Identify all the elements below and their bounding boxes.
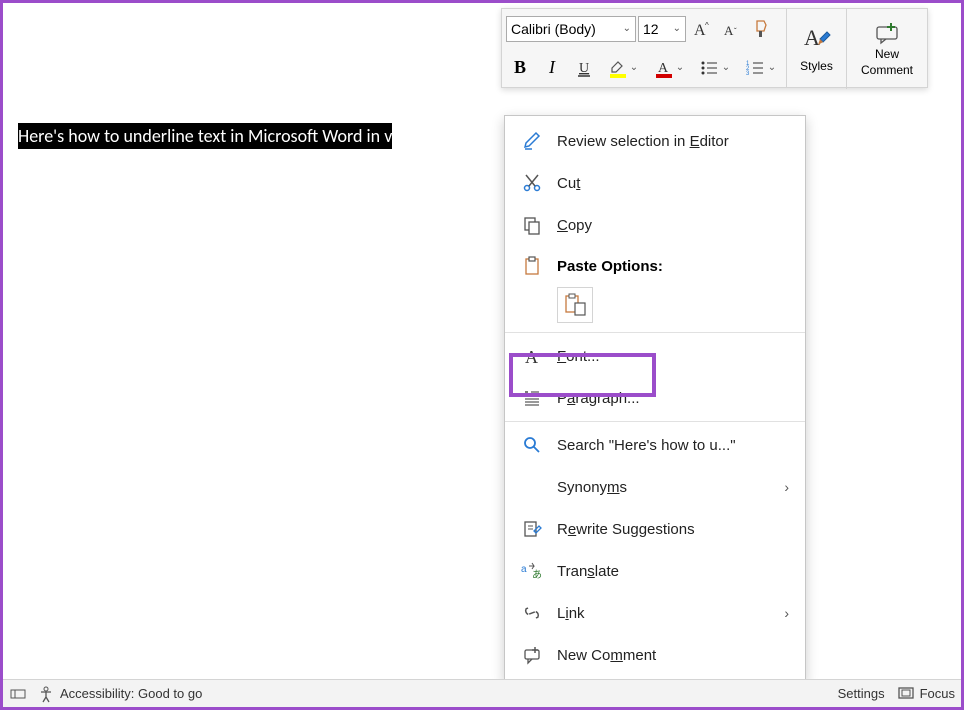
menu-search-label: Search "Here's how to u..."	[557, 437, 736, 454]
menu-synonyms[interactable]: Synonyms ›	[505, 466, 805, 508]
menu-link[interactable]: Link ›	[505, 592, 805, 634]
font-color-button[interactable]: A ⌄	[648, 52, 690, 84]
svg-text:ˇ: ˇ	[734, 27, 737, 36]
menu-translate-label: Translate	[557, 563, 619, 580]
clipboard-icon	[521, 255, 543, 277]
chevron-down-icon: ⌄	[768, 62, 776, 73]
menu-divider	[505, 332, 805, 333]
font-name-value: Calibri (Body)	[511, 21, 596, 37]
font-size-value: 12	[643, 21, 659, 37]
menu-review-editor-label: Review selection in Editor	[557, 133, 729, 150]
context-menu: Review selection in Editor Cut Copy Past…	[504, 115, 806, 681]
menu-paste-options-header: Paste Options:	[505, 246, 805, 286]
status-accessibility-label: Accessibility: Good to go	[60, 686, 202, 701]
menu-rewrite[interactable]: Rewrite Suggestions	[505, 508, 805, 550]
new-comment-label-1: New	[875, 47, 899, 61]
menu-cut[interactable]: Cut	[505, 162, 805, 204]
mini-toolbar: Calibri (Body) ⌄ 12 ⌄ A ^ A ˇ	[501, 8, 928, 88]
scissors-icon	[521, 172, 543, 194]
paste-keep-source-button[interactable]	[557, 287, 593, 323]
status-accessibility[interactable]: Accessibility: Good to go	[37, 685, 202, 703]
search-icon	[521, 434, 543, 456]
chevron-right-icon: ›	[784, 605, 789, 621]
chevron-down-icon: ⌄	[630, 62, 638, 73]
new-comment-label-2: Comment	[861, 63, 913, 77]
svg-text:U: U	[579, 61, 589, 76]
bold-button[interactable]: B	[506, 54, 534, 82]
menu-new-comment[interactable]: New Comment	[505, 634, 805, 676]
format-painter-button[interactable]	[748, 15, 776, 43]
svg-text:3: 3	[746, 71, 750, 76]
status-focus[interactable]: Focus	[897, 686, 955, 702]
paragraph-icon	[521, 387, 543, 409]
svg-text:あ: あ	[532, 569, 542, 581]
styles-button[interactable]: A Styles	[787, 9, 847, 89]
italic-button[interactable]: I	[538, 54, 566, 82]
styles-label: Styles	[800, 59, 833, 73]
mini-toolbar-row2: B I U ⌄ A ⌄	[502, 48, 786, 87]
chevron-down-icon: ⌄	[623, 23, 631, 34]
svg-text:a: a	[521, 564, 527, 575]
svg-text:A: A	[804, 25, 820, 50]
language-icon	[9, 685, 27, 703]
font-size-select[interactable]: 12 ⌄	[638, 16, 686, 42]
focus-icon	[897, 686, 915, 702]
rewrite-icon	[521, 518, 543, 540]
status-left: Accessibility: Good to go	[9, 685, 202, 703]
font-name-select[interactable]: Calibri (Body) ⌄	[506, 16, 636, 42]
status-focus-label: Focus	[920, 686, 955, 701]
new-comment-button[interactable]: New Comment	[847, 9, 927, 89]
new-comment-icon	[873, 21, 901, 45]
editor-pen-icon	[521, 130, 543, 152]
selected-text[interactable]: Here's how to underline text in Microsof…	[18, 123, 392, 149]
svg-text:^: ^	[705, 21, 709, 30]
menu-rewrite-label: Rewrite Suggestions	[557, 521, 695, 538]
menu-copy-label: Copy	[557, 217, 592, 234]
menu-translate[interactable]: aあ Translate	[505, 550, 805, 592]
menu-divider	[505, 421, 805, 422]
mini-toolbar-row1: Calibri (Body) ⌄ 12 ⌄ A ^ A ˇ	[502, 9, 786, 48]
styles-icon: A	[802, 25, 832, 57]
status-settings[interactable]: Settings	[838, 686, 885, 701]
chevron-down-icon: ⌄	[722, 62, 730, 73]
chevron-down-icon: ⌄	[676, 62, 684, 73]
menu-link-label: Link	[557, 605, 585, 622]
status-language[interactable]	[9, 685, 27, 703]
mini-toolbar-left: Calibri (Body) ⌄ 12 ⌄ A ^ A ˇ	[502, 9, 787, 87]
svg-text:A: A	[525, 347, 538, 366]
document-area[interactable]: Here's how to underline text in Microsof…	[18, 123, 946, 149]
menu-paragraph-label: Paragraph...	[557, 390, 640, 407]
svg-text:A: A	[724, 23, 734, 38]
chevron-right-icon: ›	[784, 479, 789, 495]
menu-synonyms-label: Synonyms	[557, 479, 627, 496]
menu-font[interactable]: A Font...	[505, 335, 805, 377]
font-a-icon: A	[521, 345, 543, 367]
menu-copy[interactable]: Copy	[505, 204, 805, 246]
paste-options-row	[505, 286, 805, 330]
menu-search[interactable]: Search "Here's how to u..."	[505, 424, 805, 466]
link-icon	[521, 602, 543, 624]
accessibility-icon	[37, 685, 55, 703]
status-settings-label: Settings	[838, 686, 885, 701]
numbering-button[interactable]: 1 2 3 ⌄	[740, 52, 782, 84]
menu-new-comment-label: New Comment	[557, 647, 656, 664]
menu-font-label: Font...	[557, 348, 600, 365]
menu-paste-options-label: Paste Options:	[557, 258, 663, 275]
translate-icon: aあ	[521, 560, 543, 582]
new-comment-icon	[521, 644, 543, 666]
status-bar: Accessibility: Good to go Settings Focus	[3, 679, 961, 707]
copy-icon	[521, 214, 543, 236]
blank-icon	[521, 476, 543, 498]
status-right: Settings Focus	[838, 686, 955, 702]
svg-text:A: A	[658, 61, 669, 76]
menu-cut-label: Cut	[557, 175, 580, 192]
bullets-button[interactable]: ⌄	[694, 52, 736, 84]
increase-font-button[interactable]: A ^	[688, 15, 716, 43]
menu-paragraph[interactable]: Paragraph...	[505, 377, 805, 419]
highlight-color-button[interactable]: ⌄	[602, 52, 644, 84]
chevron-down-icon: ⌄	[673, 23, 681, 34]
decrease-font-button[interactable]: A ˇ	[718, 15, 746, 43]
menu-review-editor[interactable]: Review selection in Editor	[505, 120, 805, 162]
underline-button[interactable]: U	[570, 54, 598, 82]
